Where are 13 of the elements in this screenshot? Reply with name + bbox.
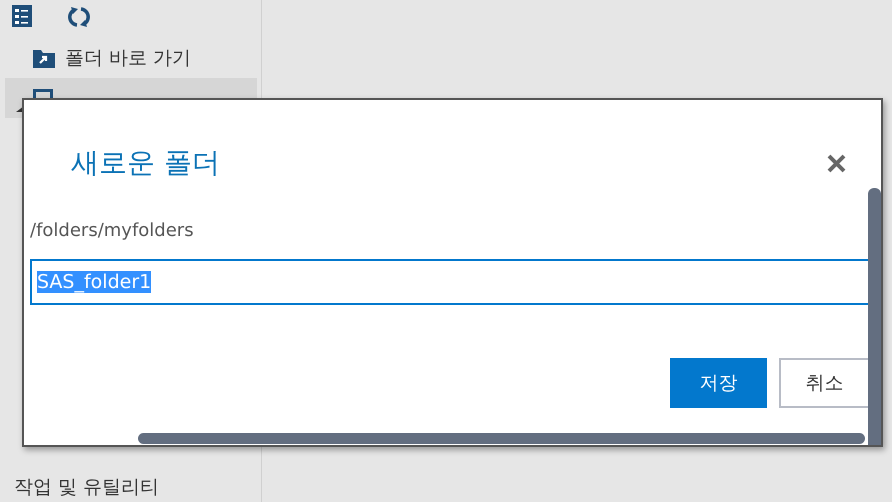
sidebar-item[interactable]: 폴더 바로 가기 (5, 38, 257, 78)
folder-path: /folders/myfolders (30, 220, 194, 241)
folder-icon (33, 89, 53, 98)
save-button[interactable]: 저장 (670, 358, 767, 408)
scrollbar[interactable] (138, 433, 865, 444)
cancel-button[interactable]: 취소 (779, 358, 870, 408)
folder-shortcut-icon (33, 48, 55, 68)
scrollbar[interactable] (868, 188, 881, 445)
close-icon[interactable] (827, 154, 846, 172)
section-label[interactable]: 작업 및 유틸리티 (0, 474, 261, 502)
list-icon[interactable] (12, 5, 32, 27)
refresh-icon[interactable] (66, 5, 92, 29)
dialog-title: 새로운 폴더 (71, 145, 220, 181)
